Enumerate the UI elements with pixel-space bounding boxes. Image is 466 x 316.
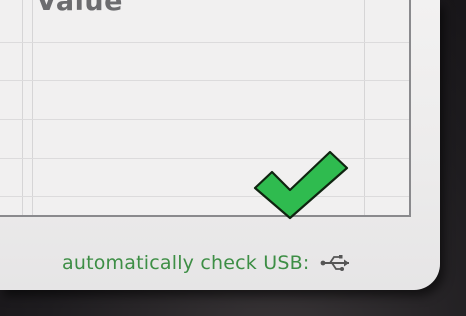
table-row-divider (0, 42, 409, 43)
table-row-divider (0, 80, 409, 81)
table-column-divider (22, 0, 23, 215)
checkmark-icon (253, 150, 349, 220)
usb-check-label: automatically check USB: (62, 252, 310, 274)
usb-status-row: automatically check USB: (62, 252, 353, 274)
table-row-divider (0, 119, 409, 120)
usb-icon (321, 255, 350, 271)
table-column-divider (32, 0, 33, 215)
device-screen: Value automatically check USB: (0, 0, 440, 290)
table-column-header: Value (36, 0, 123, 17)
table-column-divider (364, 0, 365, 215)
device-photo: Value automatically check USB: (0, 0, 466, 316)
